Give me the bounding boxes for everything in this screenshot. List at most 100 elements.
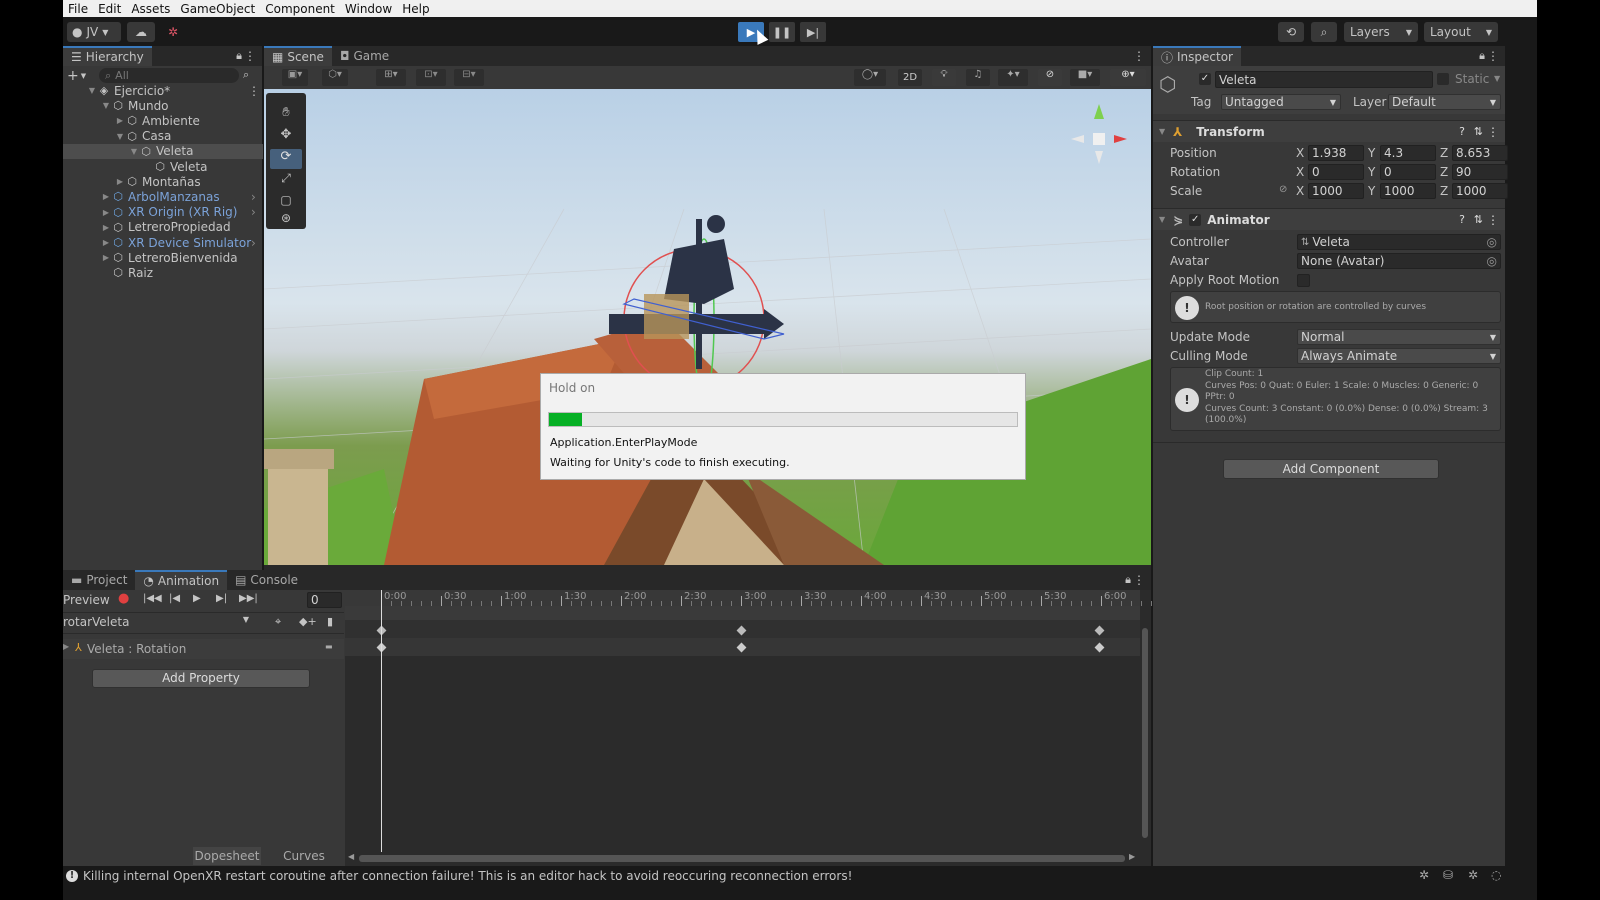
more-menu-icon[interactable]: ⋮ — [244, 49, 256, 63]
animator-enabled-checkbox[interactable]: ✓ — [1189, 213, 1202, 226]
rotation-x-field[interactable]: 0 — [1308, 164, 1364, 180]
culling-mode-dropdown[interactable]: Always Animate ▼ — [1297, 348, 1501, 364]
apply-root-motion-checkbox[interactable] — [1297, 274, 1310, 287]
hierarchy-item[interactable]: ▶ ⬡ XR Device Simulator › — [63, 235, 263, 250]
layout-dropdown[interactable]: Layout ▼ — [1424, 22, 1498, 42]
fold-arrow-icon[interactable]: ▼ — [129, 147, 139, 156]
tab-inspector[interactable]: ⓘ Inspector — [1153, 46, 1241, 66]
hierarchy-search-input[interactable]: ⌕ All — [99, 68, 239, 83]
transform-header[interactable]: ▼ ⅄ Transform ? ⇅ ⋮ — [1153, 120, 1505, 142]
chevron-right-icon[interactable]: › — [251, 205, 256, 219]
more-menu-icon[interactable]: ⋮ — [1487, 125, 1499, 139]
axis-x-label[interactable]: X — [1296, 184, 1304, 198]
bug-icon[interactable]: ✲ — [1468, 868, 1478, 882]
rotation-z-field[interactable]: 90 — [1452, 164, 1508, 180]
hierarchy-item[interactable]: ▶ ⬡ LetreroPropiedad — [63, 220, 263, 235]
more-menu-icon[interactable]: ⋮ — [1133, 573, 1145, 587]
dopesheet-tab[interactable]: Dopesheet — [193, 847, 261, 865]
fold-arrow-icon[interactable]: ▼ — [101, 101, 111, 110]
update-mode-dropdown[interactable]: Normal ▼ — [1297, 329, 1501, 345]
account-dropdown[interactable]: ● JV ▼ — [67, 22, 121, 42]
grid-snap-dropdown[interactable]: ⊞▾ — [376, 69, 406, 86]
hand-tool-button[interactable]: ✋︎ — [270, 105, 302, 125]
render-mode-dropdown[interactable]: ⬡▾ — [322, 69, 348, 86]
remove-property-icon[interactable]: ▬ — [325, 642, 333, 651]
fold-arrow-icon[interactable]: ▶ — [115, 116, 125, 125]
status-message[interactable]: Killing internal OpenXR restart coroutin… — [83, 869, 852, 883]
chevron-down-icon[interactable]: ▼ — [81, 72, 86, 80]
step-button[interactable]: ▶| — [800, 22, 826, 42]
hidden-objects-toggle[interactable]: ⊘ — [1038, 69, 1062, 86]
search-button[interactable]: ⌕ — [1311, 22, 1337, 42]
history-button[interactable]: ⟲ — [1278, 22, 1304, 42]
animator-header[interactable]: ▼ ⋟ ✓ Animator ? ⇅ ⋮ — [1153, 208, 1505, 230]
scroll-left-icon[interactable]: ◀ — [348, 852, 354, 861]
fold-arrow-icon[interactable]: ▶ — [101, 192, 111, 201]
hierarchy-item[interactable]: ▼ ⬡ Casa — [63, 129, 263, 144]
axis-z-label[interactable]: Z — [1440, 184, 1448, 198]
preset-icon[interactable]: ⇅ — [1474, 213, 1483, 226]
hierarchy-item[interactable]: ▶ ⬡ LetreroBienvenida — [63, 250, 263, 265]
toggle-2d-button[interactable]: 2D — [898, 69, 922, 86]
record-icon[interactable]: ● — [118, 591, 129, 606]
object-name-field[interactable]: Veleta — [1215, 71, 1433, 88]
scale-z-field[interactable]: 1000 — [1452, 183, 1508, 199]
property-row[interactable]: ▶ ⅄ Veleta : Rotation ▬ — [63, 639, 344, 659]
constrain-proportions-icon[interactable]: ⊘ — [1279, 184, 1287, 195]
preview-toggle[interactable]: Preview — [63, 593, 110, 607]
frame-field[interactable]: 0 — [307, 592, 342, 608]
clip-dropdown[interactable]: rotarVeleta ▼ — [63, 615, 253, 631]
menu-edit[interactable]: Edit — [93, 2, 126, 16]
hierarchy-item[interactable]: ▶ ⬡ Montañas — [63, 174, 263, 189]
menu-assets[interactable]: Assets — [126, 2, 175, 16]
fold-arrow-icon[interactable]: ▼ — [115, 132, 125, 141]
menu-file[interactable]: File — [63, 2, 93, 16]
tab-console[interactable]: ▤ Console — [227, 570, 306, 590]
more-menu-icon[interactable]: ⋮ — [1487, 213, 1499, 227]
scale-x-field[interactable]: 1000 — [1308, 183, 1364, 199]
chevron-right-icon[interactable]: › — [251, 236, 256, 250]
scroll-right-icon[interactable]: ▶ — [1129, 852, 1135, 861]
draw-mode-dropdown[interactable]: ▣▾ — [282, 69, 308, 86]
controller-field[interactable]: ⇅ Veleta ◎ — [1297, 234, 1501, 250]
preset-icon[interactable]: ⇅ — [1474, 125, 1483, 138]
vertical-scrollbar[interactable] — [1142, 628, 1148, 838]
network-icon[interactable]: ⛁ — [1443, 868, 1453, 882]
layers-dropdown[interactable]: Layers ▼ — [1344, 22, 1418, 42]
debug-icon[interactable]: ✲ — [1419, 868, 1429, 882]
add-icon[interactable]: + — [67, 68, 79, 84]
add-component-button[interactable]: Add Component — [1223, 459, 1439, 479]
pause-button[interactable]: ❚❚ — [769, 22, 795, 42]
more-menu-icon[interactable]: ⋮ — [248, 84, 260, 98]
lighting-toggle[interactable]: 💡︎ — [932, 69, 956, 86]
more-menu-icon[interactable]: ⋮ — [1133, 49, 1145, 63]
hierarchy-item[interactable]: ⬡ Raiz — [63, 265, 263, 280]
move-tool-button[interactable]: ✥ — [270, 127, 302, 147]
cloud-button[interactable]: ☁ — [127, 22, 155, 42]
axis-x-label[interactable]: X — [1296, 165, 1304, 179]
axis-z-label[interactable]: Z — [1440, 146, 1448, 160]
hierarchy-item[interactable]: ▼ ◈ Ejercicio* ⋮ — [63, 83, 263, 98]
menu-help[interactable]: Help — [397, 2, 434, 16]
vertex-snap-dropdown[interactable]: ⊟▾ — [454, 69, 484, 86]
fold-arrow-icon[interactable]: ▶ — [101, 253, 111, 262]
add-event-icon[interactable]: ▮ — [327, 615, 333, 628]
position-x-field[interactable]: 1.938 — [1308, 145, 1364, 161]
last-key-icon[interactable]: ▶▶| — [239, 593, 258, 604]
scale-tool-button[interactable]: ⤢ — [270, 171, 302, 191]
fold-arrow-icon[interactable]: ▶ — [101, 238, 111, 247]
axis-y-label[interactable]: Y — [1368, 184, 1375, 198]
tab-game[interactable]: ◘ Game — [332, 46, 397, 66]
audio-toggle[interactable]: ♫ — [966, 69, 990, 86]
effects-dropdown[interactable]: ✦▾ — [998, 69, 1028, 86]
help-icon[interactable]: ? — [1459, 213, 1465, 226]
transform-tool-button[interactable]: ⊛ — [270, 211, 302, 229]
hierarchy-item[interactable]: ▼ ⬡ Veleta — [63, 143, 263, 159]
help-icon[interactable]: ? — [1459, 125, 1465, 138]
lock-icon[interactable]: 🔒︎ — [1479, 49, 1485, 63]
menu-component[interactable]: Component — [260, 2, 340, 16]
increment-snap-dropdown[interactable]: ⊡▾ — [416, 69, 446, 86]
axis-y-label[interactable]: Y — [1368, 165, 1375, 179]
menu-window[interactable]: Window — [340, 2, 397, 16]
timeline-pane[interactable]: 0:00 0:30 1:00 1:30 2:00 2:30 3:00 3:30 4:00 4:30… — [345, 590, 1152, 866]
